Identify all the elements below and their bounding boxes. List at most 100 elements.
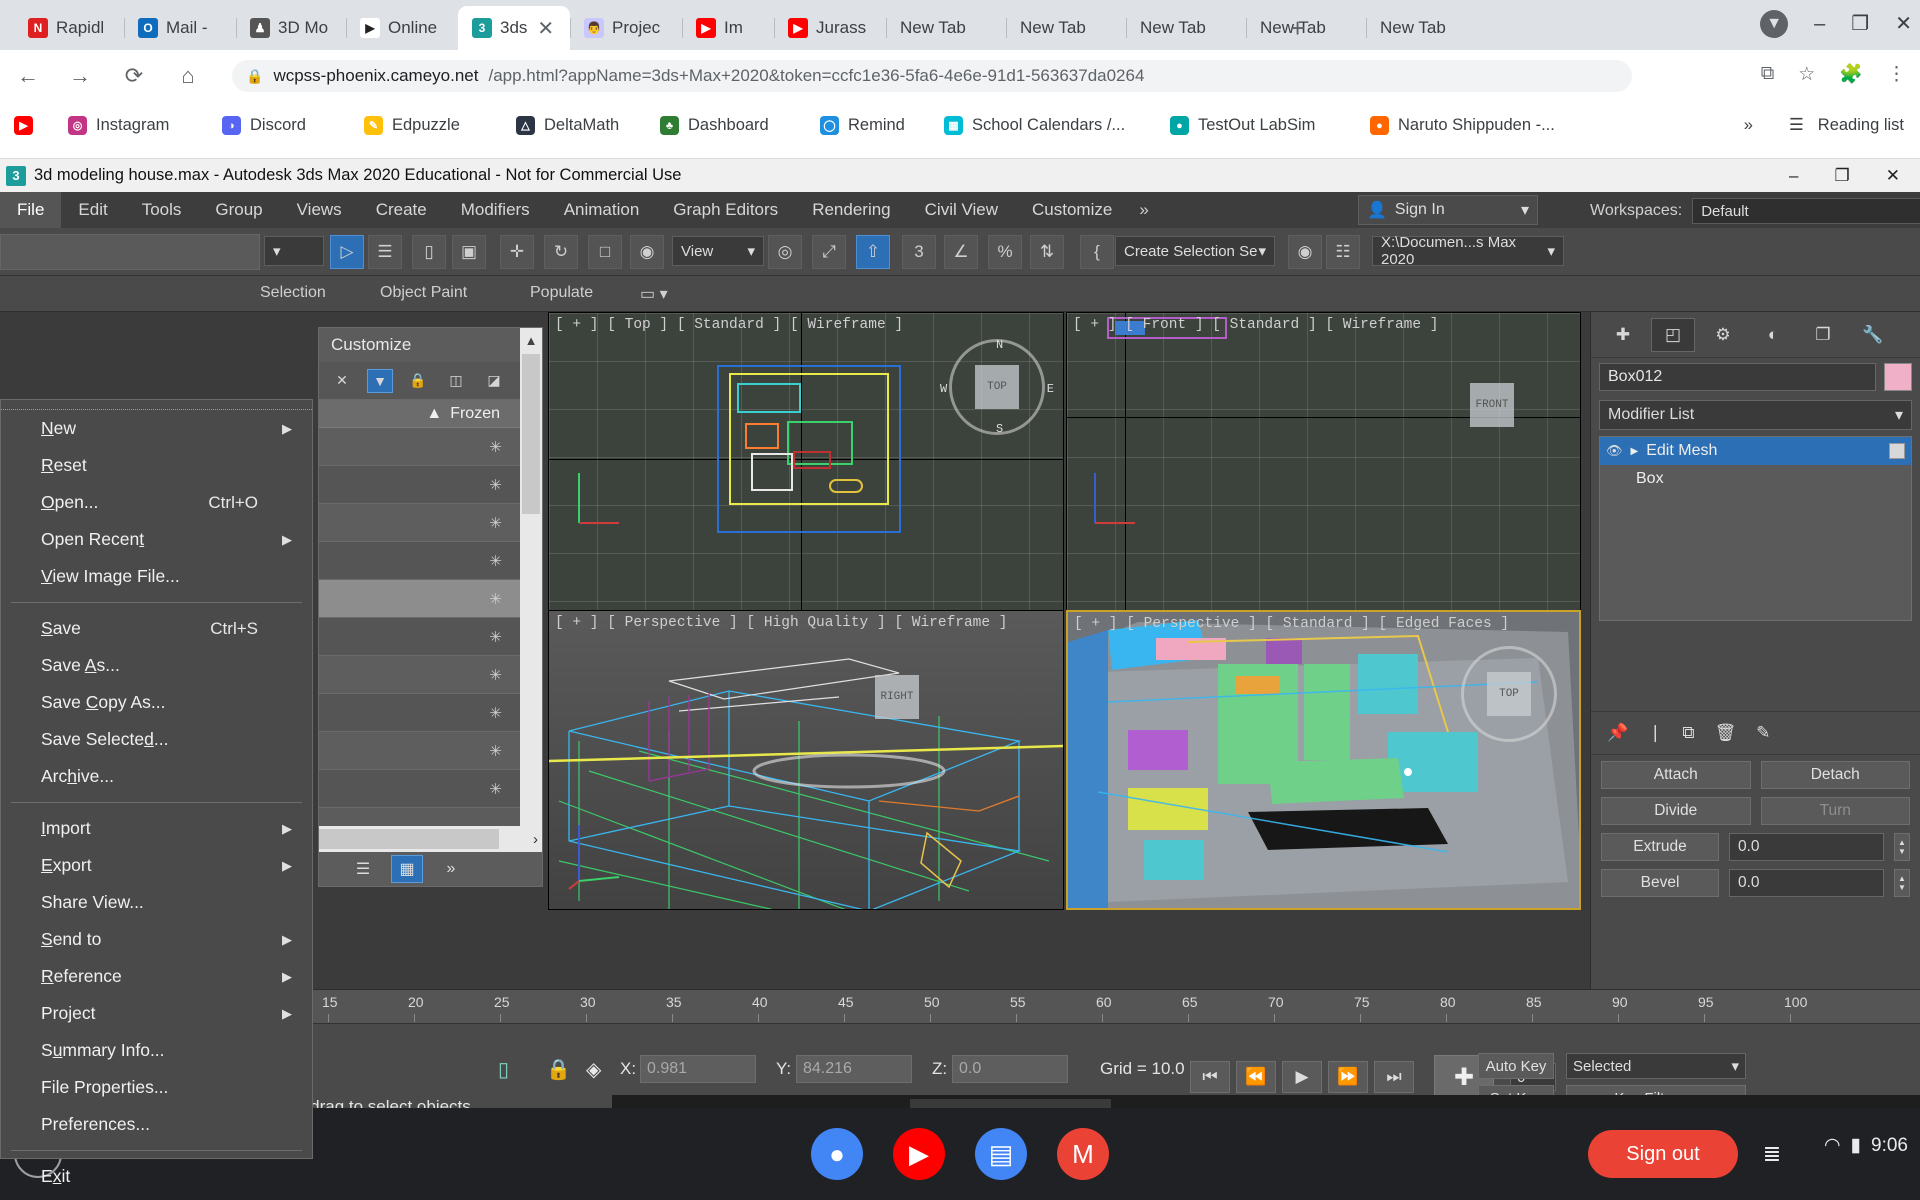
scroll-up-icon[interactable]: ▲ <box>520 328 542 352</box>
reading-list-button[interactable]: Reading list <box>1818 116 1904 135</box>
viewport-perspective-shaded[interactable]: TOP [ + ] [ Perspective ] [ Standard ] [… <box>1066 610 1581 910</box>
bevel-spinner[interactable]: ▲▼ <box>1894 869 1910 897</box>
browser-tab[interactable]: New Tab <box>886 6 1006 50</box>
browser-tab[interactable]: ▶Jurass <box>774 6 886 50</box>
viewcube-perspective-shaded[interactable]: TOP <box>1461 646 1557 742</box>
percent-snap-button[interactable]: ∠ <box>944 235 978 269</box>
browser-close-button[interactable]: ✕ <box>1895 12 1912 36</box>
browser-maximize-button[interactable]: ❐ <box>1851 12 1869 36</box>
edit-named-selection-button[interactable]: ⇅ <box>1030 235 1064 269</box>
select-and-scale-button[interactable]: □ <box>588 235 622 269</box>
viewcube-perspective-wire[interactable]: RIGHT <box>849 649 945 745</box>
max-minimize-button[interactable]: – <box>1789 166 1798 186</box>
material-editor-button[interactable]: ◉ <box>1288 235 1322 269</box>
bookmark-item[interactable]: ●Naruto Shippuden -... <box>1370 116 1555 135</box>
menu-group[interactable]: Group <box>198 192 279 228</box>
file-menu-item-exit[interactable]: Exit <box>1 1158 312 1195</box>
chrome-menu-icon[interactable]: ⋮ <box>1887 63 1906 86</box>
scene-explorer-row[interactable]: ✳ <box>319 580 542 618</box>
forward-button[interactable]: → <box>66 62 94 90</box>
spinner-snap-button[interactable]: % <box>988 235 1022 269</box>
isolate-selection-icon[interactable]: ◈ <box>586 1057 601 1082</box>
file-menu-item-send-to[interactable]: Send to▶ <box>1 921 312 958</box>
reference-coordinate-combo[interactable]: View ▾ <box>672 236 764 266</box>
detach-button[interactable]: Detach <box>1761 761 1911 789</box>
viewcube-front[interactable]: FRONT <box>1444 357 1540 453</box>
bookmark-item[interactable]: ▦School Calendars /... <box>944 116 1125 135</box>
browser-tab[interactable]: ▶Online <box>346 6 458 50</box>
bookmark-item[interactable]: ♣Dashboard <box>660 116 769 135</box>
menu-edit[interactable]: Edit <box>61 192 124 228</box>
sign-out-button[interactable]: Sign out <box>1588 1130 1738 1178</box>
browser-tab[interactable]: New Tab <box>1246 6 1366 50</box>
scene-explorer-column-header[interactable]: ▲ Frozen <box>319 400 542 428</box>
use-pivot-center-button[interactable]: ◎ <box>768 235 802 269</box>
file-menu-item-export[interactable]: Export▶ <box>1 847 312 884</box>
tray-list-icon[interactable]: ≣ <box>1752 1134 1792 1174</box>
pin-stack-icon[interactable]: 📌 <box>1607 723 1628 743</box>
mirror-button[interactable]: { <box>1080 235 1114 269</box>
hscroll-right-icon[interactable]: › <box>533 831 538 848</box>
toolbar-filter-combo[interactable]: ▾ <box>264 236 324 266</box>
browser-tab[interactable]: ▶Im <box>682 6 774 50</box>
extrude-value-field[interactable]: 0.0 <box>1729 833 1884 861</box>
menu-overflow-button[interactable]: » <box>1129 192 1158 228</box>
scene-explorer-row[interactable]: ✳ <box>319 542 542 580</box>
workspace-select[interactable]: Default ▾ <box>1692 198 1920 224</box>
menu-modifiers[interactable]: Modifiers <box>444 192 547 228</box>
window-crossing-button[interactable]: ▣ <box>452 235 486 269</box>
scene-explorer-row[interactable]: ✳ <box>319 770 542 808</box>
snaps-toggle-button[interactable]: ⇧ <box>856 235 890 269</box>
scene-explorer-row[interactable]: ✳ <box>319 618 542 656</box>
menu-civil-view[interactable]: Civil View <box>908 192 1015 228</box>
bookmark-item[interactable]: ◎Instagram <box>68 116 169 135</box>
home-button[interactable]: ⌂ <box>174 62 202 90</box>
bookmark-item[interactable]: ✎Edpuzzle <box>364 116 460 135</box>
scene-explorer-row[interactable]: ✳ <box>319 732 542 770</box>
browser-tab[interactable]: 33ds✕ <box>458 6 570 50</box>
browser-minimize-button[interactable]: – <box>1814 12 1825 36</box>
utilities-tab[interactable]: 🔧 <box>1851 318 1895 352</box>
bookmarks-overflow-button[interactable]: » <box>1744 116 1753 135</box>
shelf-app-docs[interactable]: ▤ <box>975 1128 1027 1180</box>
footer-overflow-icon[interactable]: » <box>435 855 467 883</box>
file-menu-item-import[interactable]: Import▶ <box>1 810 312 847</box>
render-setup-button[interactable]: ☷ <box>1326 235 1360 269</box>
bookmark-item[interactable]: ◯Remind <box>820 116 905 135</box>
key-selection-combo[interactable]: Selected ▾ <box>1566 1053 1746 1079</box>
select-and-move-button[interactable]: ✛ <box>500 235 534 269</box>
file-menu-item-project[interactable]: Project▶ <box>1 995 312 1032</box>
motion-tab[interactable]: ◐ <box>1751 318 1795 352</box>
display-tab[interactable]: ❐ <box>1801 318 1845 352</box>
select-and-rotate-button[interactable]: ↻ <box>544 235 578 269</box>
modifier-list-dropdown[interactable]: Modifier List ▾ <box>1599 400 1912 430</box>
eye-icon[interactable]: 👁 <box>1606 443 1623 459</box>
select-object-button[interactable]: ▷ <box>330 235 364 269</box>
next-frame-button[interactable]: ⏩ <box>1328 1061 1368 1093</box>
browser-tab[interactable]: New Tab <box>1006 6 1126 50</box>
back-button[interactable]: ← <box>14 62 42 90</box>
scroll-thumb[interactable] <box>522 354 540 514</box>
file-menu-item-open[interactable]: Open...Ctrl+O <box>1 484 312 521</box>
scene-explorer-row[interactable]: ✳ <box>319 428 542 466</box>
extrude-button[interactable]: Extrude <box>1601 833 1719 861</box>
expand-all-icon[interactable]: ◫ <box>443 369 469 393</box>
file-menu-item-archive[interactable]: Archive... <box>1 758 312 795</box>
file-menu-item-save-copy-as[interactable]: Save Copy As... <box>1 684 312 721</box>
file-menu-item-save-as[interactable]: Save As... <box>1 647 312 684</box>
scene-explorer-row[interactable]: ✳ <box>319 656 542 694</box>
viewport-label-top[interactable]: [ + ] [ Top ] [ Standard ] [ Wireframe ] <box>555 317 903 333</box>
scene-explorer-row[interactable]: ✳ <box>319 504 542 542</box>
menu-customize[interactable]: Customize <box>1015 192 1129 228</box>
create-tab[interactable]: ✚ <box>1601 318 1645 352</box>
angle-snap-button[interactable]: 3 <box>902 235 936 269</box>
file-menu-item-preferences[interactable]: Preferences... <box>1 1106 312 1143</box>
menu-graph-editors[interactable]: Graph Editors <box>656 192 795 228</box>
viewcube-top[interactable]: TOP N S E W <box>949 339 1045 435</box>
menu-create[interactable]: Create <box>359 192 444 228</box>
cast-icon[interactable]: ⧉ <box>1761 63 1775 85</box>
menu-file[interactable]: File <box>0 192 61 228</box>
viewport-front[interactable]: FRONT [ + ] [ Front ] [ Standard ] [ Wir… <box>1066 312 1581 612</box>
file-menu-item-new[interactable]: New▶ <box>1 410 312 447</box>
hscroll-thumb[interactable] <box>319 829 499 849</box>
